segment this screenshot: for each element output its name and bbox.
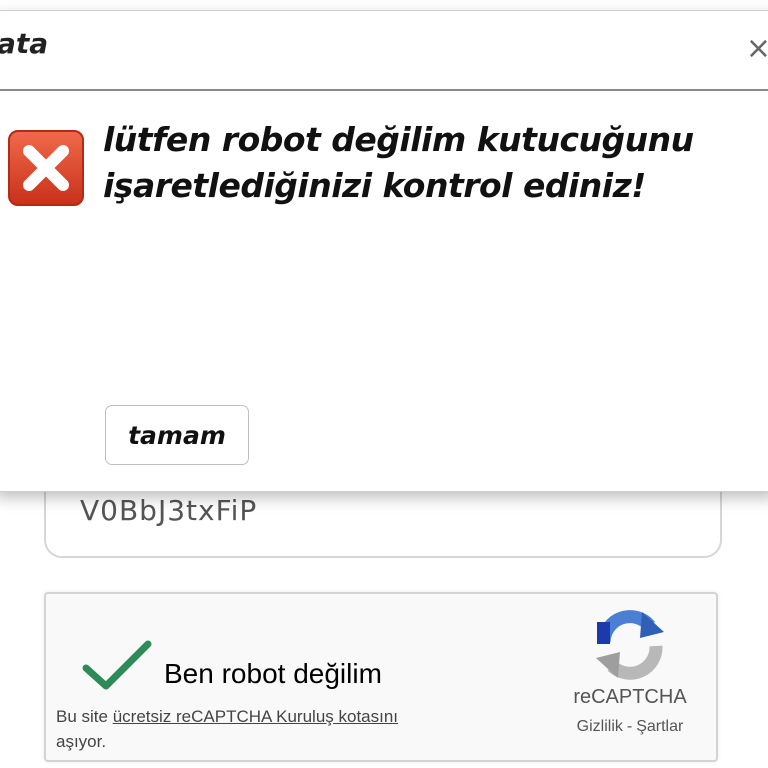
recaptcha-widget: Ben robot değilim Bu site ücretsiz reCAP… <box>44 592 718 762</box>
quota-link[interactable]: ücretsiz reCAPTCHA Kuruluş kotasını <box>113 707 398 726</box>
error-dialog: ata × lütfen robot değilim kutucuğunu iş… <box>0 10 768 492</box>
recaptcha-brand: reCAPTCHA <box>573 686 687 708</box>
error-x-icon <box>8 130 84 206</box>
recaptcha-quota-notice: Bu site ücretsiz reCAPTCHA Kuruluş kotas… <box>56 704 436 754</box>
dialog-header: ata × <box>0 11 768 91</box>
quota-suffix: aşıyor. <box>56 732 107 751</box>
captcha-code-text: V0BbJ3txFiP <box>80 494 258 527</box>
privacy-link[interactable]: Gizlilik <box>577 718 623 735</box>
recaptcha-checkbox-label: Ben robot değilim <box>164 658 382 689</box>
terms-link[interactable]: Şartlar <box>636 718 683 735</box>
close-icon[interactable]: × <box>746 31 768 66</box>
recaptcha-logo-icon <box>596 610 664 680</box>
dialog-title: ata <box>0 27 49 60</box>
links-separator: - <box>626 718 633 735</box>
page: V0BbJ3txFiP Ben robot değilim Bu site üc… <box>0 0 768 768</box>
dialog-message: lütfen robot değilim kutucuğunu işaretle… <box>103 120 694 205</box>
ok-button[interactable]: tamam <box>105 405 249 465</box>
recaptcha-links: Gizlilik - Şartlar <box>550 718 710 736</box>
quota-prefix: Bu site <box>56 707 113 726</box>
checkmark-icon[interactable] <box>82 640 152 692</box>
